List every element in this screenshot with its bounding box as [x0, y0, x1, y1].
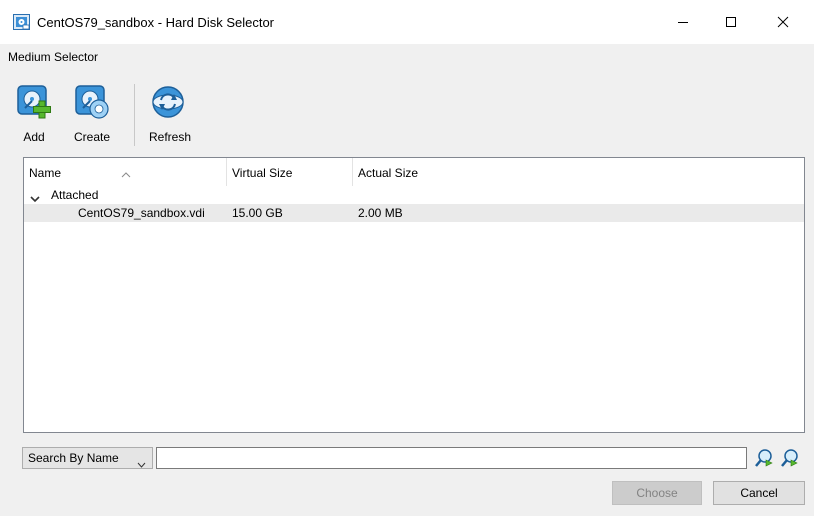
tree-group-attached[interactable]: Attached: [24, 186, 804, 204]
maximize-icon: [726, 17, 736, 27]
refresh-button[interactable]: Refresh: [144, 78, 196, 148]
toolbar-separator: [134, 84, 135, 146]
column-header-actual-size-label: Actual Size: [358, 166, 419, 180]
maximize-button[interactable]: [708, 0, 754, 44]
create-button-label: Create: [73, 130, 111, 144]
search-previous-icon: [755, 449, 773, 467]
medium-selector-heading: Medium Selector: [8, 50, 99, 64]
choose-button[interactable]: Choose: [612, 481, 702, 505]
add-disk-icon: [16, 84, 52, 120]
minimize-button[interactable]: [660, 0, 706, 44]
minimize-icon: [678, 22, 688, 23]
media-tree[interactable]: Name Virtual Size Actual Size Attached C…: [23, 157, 805, 433]
cell-actual-size: 2.00 MB: [358, 206, 403, 220]
virtualbox-disk-icon: [13, 14, 30, 30]
refresh-icon: [150, 84, 186, 120]
cell-name: CentOS79_sandbox.vdi: [78, 206, 205, 220]
column-header-virtual-size[interactable]: Virtual Size: [227, 158, 353, 186]
search-mode-select[interactable]: Search By Name: [22, 447, 153, 469]
refresh-button-label: Refresh: [148, 130, 192, 144]
column-header-virtual-size-label: Virtual Size: [232, 166, 293, 180]
column-header-actual-size[interactable]: Actual Size: [353, 158, 804, 186]
close-button[interactable]: [760, 0, 806, 44]
search-next-button[interactable]: [779, 447, 801, 469]
cell-virtual-size: 15.00 GB: [232, 206, 283, 220]
cancel-button[interactable]: Cancel: [713, 481, 805, 505]
add-button[interactable]: Add: [16, 78, 52, 148]
table-header: Name Virtual Size Actual Size: [24, 158, 804, 186]
search-input[interactable]: [156, 447, 747, 469]
group-label: Attached: [51, 188, 99, 202]
search-mode-label: Search By Name: [28, 451, 119, 465]
create-disk-icon: [74, 84, 110, 120]
hard-disk-selector-window: CentOS79_sandbox - Hard Disk Selector Me…: [0, 0, 814, 516]
window-title: CentOS79_sandbox - Hard Disk Selector: [37, 15, 275, 30]
create-button[interactable]: Create: [70, 78, 114, 148]
toolbar: Add Create Refresh: [8, 76, 208, 150]
chevron-down-icon: [137, 454, 146, 474]
column-header-name-label: Name: [29, 166, 62, 180]
column-header-name[interactable]: Name: [24, 158, 227, 186]
title-bar[interactable]: CentOS79_sandbox - Hard Disk Selector: [0, 0, 814, 44]
close-icon: [777, 16, 789, 28]
add-button-label: Add: [23, 130, 45, 144]
search-previous-button[interactable]: [753, 447, 775, 469]
chevron-up-icon: [121, 159, 131, 189]
search-next-icon: [781, 449, 798, 467]
table-row[interactable]: CentOS79_sandbox.vdi 15.00 GB 2.00 MB: [24, 204, 804, 222]
